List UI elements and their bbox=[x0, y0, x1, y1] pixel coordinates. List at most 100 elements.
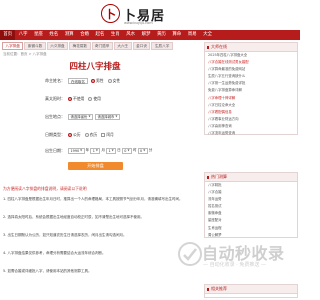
sidebar-link[interactable]: 八字看配偶信息 bbox=[205, 109, 297, 116]
checkbox-leap[interactable]: 闰月 bbox=[101, 132, 114, 138]
chevron-down-icon: ▼ bbox=[115, 114, 118, 118]
intro-item: 3. 出生日期默认为公历，如只知道农历生日请选择农历，闰月出生请勾选闰月。 bbox=[3, 233, 127, 237]
sidebar-link[interactable]: 八字合婚在线测试男女婚配 bbox=[205, 59, 297, 66]
calendar-row: 日期类型： 公历 农历 闰月 bbox=[40, 130, 114, 139]
nav-item[interactable]: 合婚 bbox=[77, 30, 92, 40]
subnav-item[interactable]: 金口诀 bbox=[132, 42, 151, 50]
sidebar-link[interactable]: 八字看事业财运方向 bbox=[205, 116, 297, 123]
sidebar-heading: 大师在线 bbox=[205, 43, 297, 52]
select-value: 请选择城市 bbox=[97, 114, 115, 119]
radio-male-inline[interactable]: 男性 bbox=[91, 78, 104, 84]
radio-dot bbox=[91, 78, 95, 83]
minute-unit: 分 bbox=[148, 148, 153, 152]
sub-nav: 八字排盘 紫微斗数 六爻排盘 梅花易数 奇门遁甲 大六壬 金口诀 生辰八字 bbox=[2, 42, 188, 50]
radio-female-inline[interactable]: 女性 bbox=[107, 77, 121, 84]
city-select[interactable]: 请选择城市 ▼ bbox=[94, 113, 120, 120]
radio-dot bbox=[68, 96, 72, 101]
watermark-subtitle: — 自动化收录 · 免费推送 — bbox=[203, 262, 266, 268]
site-url: www.buyiju.com bbox=[124, 21, 153, 25]
checkbox-label: 闰月 bbox=[106, 131, 114, 137]
sidebar-link[interactable]: 八字喜用神查询 bbox=[205, 123, 297, 130]
sidebar-link[interactable]: 姓名测试 bbox=[205, 203, 297, 210]
nav-item[interactable]: 八字 bbox=[15, 30, 30, 40]
hour-select[interactable]: 0 ▼ bbox=[121, 147, 132, 154]
radio-zhi-no[interactable]: 不使用 bbox=[68, 96, 84, 102]
year-select[interactable]: 1990 ▼ bbox=[68, 147, 85, 154]
province-select[interactable]: 请选择省份 ▼ bbox=[68, 113, 93, 120]
radio-dot bbox=[84, 132, 89, 137]
radio-lunar[interactable]: 农历 bbox=[84, 131, 98, 138]
sidebar-box-popular: 热门测算 八字精批 八字合婚 流年运势 姓名测试 紫微命盘 星座配对 生肖运程 … bbox=[204, 172, 298, 238]
sidebar-link[interactable]: 八字合婚 bbox=[205, 189, 297, 196]
sidebar-link[interactable]: 星座配对 bbox=[205, 217, 297, 224]
sidebar-list: 八字精批 八字合婚 流年运势 姓名测试 紫微命盘 星座配对 生肖运程 周公解梦 bbox=[205, 182, 297, 239]
nav-item[interactable]: 解梦 bbox=[138, 30, 153, 40]
sidebar-link[interactable]: 2025年四柱八字排盘大全 bbox=[205, 52, 297, 59]
intro-item: 5. 如需合婚或详细批八字，请使用本站的其他测算工具。 bbox=[3, 269, 92, 273]
month-unit: 月 bbox=[101, 148, 105, 152]
chevron-down-icon: ▼ bbox=[111, 148, 114, 152]
sidebar-link[interactable]: 免费八字排盘算命详解 bbox=[205, 87, 297, 94]
sidebar-link[interactable]: 八字测一生运势免费详批 bbox=[205, 80, 297, 87]
subnav-item-bazi[interactable]: 八字排盘 bbox=[2, 42, 24, 50]
paipan-form: 命主姓名： 在线取名 男性 女性 真太阳时： 不使用 使用 出生地点： 请选择省… bbox=[40, 76, 152, 181]
subnav-item[interactable]: 大六壬 bbox=[113, 42, 132, 50]
sidebar-link[interactable]: 八字精批 bbox=[205, 182, 297, 189]
nav-item[interactable]: 周易 bbox=[185, 30, 200, 40]
subnav-item[interactable]: 生辰八字 bbox=[151, 42, 173, 50]
sidebar-heading: 相关推荐 bbox=[205, 285, 297, 294]
radio-zhi-yes[interactable]: 使用 bbox=[88, 96, 101, 102]
day-select[interactable]: 1 ▼ bbox=[106, 147, 117, 154]
nav-item[interactable]: 黄历 bbox=[154, 30, 169, 40]
birthplace-label: 出生地点： bbox=[45, 113, 65, 119]
sidebar-link[interactable]: 生肖运程 bbox=[205, 225, 297, 232]
sidebar-link[interactable]: 八字算命最准的免费网站 bbox=[205, 66, 297, 73]
sidebar-link[interactable]: 八字流年运势查询 bbox=[205, 130, 297, 137]
nav-item[interactable]: 测算 bbox=[62, 30, 77, 40]
subnav-item[interactable]: 梅花易数 bbox=[69, 42, 91, 50]
sidebar-box-related: 相关推荐 bbox=[204, 284, 298, 298]
nav-item[interactable]: 姓名 bbox=[46, 30, 61, 40]
select-value: 请选择省份 bbox=[70, 114, 88, 119]
subnav-item[interactable]: 紫微斗数 bbox=[24, 42, 46, 50]
intro-item: 2. 选择真太阳时后，系统会根据出生地经度自动校正时辰，如不清楚出生地可选择不使… bbox=[3, 215, 144, 219]
subnav-item[interactable]: 奇门遁甲 bbox=[91, 42, 113, 50]
radio-solar[interactable]: 公历 bbox=[68, 132, 81, 138]
nav-item[interactable]: 算命 bbox=[169, 30, 184, 40]
logo-mark[interactable]: 卜 bbox=[101, 4, 120, 23]
sidebar-link[interactable]: 八字命理十神详解 bbox=[205, 95, 297, 102]
nav-item[interactable]: 大全 bbox=[200, 30, 215, 40]
radio-label: 使用 bbox=[93, 95, 101, 101]
sidebar-link[interactable]: 流年运势 bbox=[205, 196, 297, 203]
subnav-item[interactable]: 六爻排盘 bbox=[46, 42, 69, 50]
sidebar-link[interactable]: 紫微命盘 bbox=[205, 210, 297, 217]
intro-item: 1. 四柱八字排盘是根据出生年月日时，推算出一个人的命理格局，本工具按照节气划分… bbox=[3, 197, 183, 201]
sidebar-heading: 热门测算 bbox=[205, 173, 297, 182]
nav-item[interactable]: 风水 bbox=[123, 30, 138, 40]
chevron-down-icon: ▼ bbox=[80, 148, 83, 152]
birthplace-row: 出生地点： 请选择省份 ▼ 请选择城市 ▼ bbox=[40, 112, 120, 121]
sidebar-link[interactable]: 生辰八字五行查询缺什么 bbox=[205, 73, 297, 80]
zhi-options: 不使用 使用 bbox=[68, 96, 101, 102]
nav-item[interactable]: 生肖 bbox=[108, 30, 123, 40]
radio-label: 女性 bbox=[112, 77, 121, 83]
month-select[interactable]: 1 ▼ bbox=[90, 147, 101, 154]
calendar-label: 日期类型： bbox=[45, 131, 65, 137]
zhi-row: 真太阳时： 不使用 使用 bbox=[40, 94, 101, 103]
minute-select[interactable]: 0 ▼ bbox=[137, 147, 148, 154]
nav-item-home[interactable]: 首页 bbox=[0, 30, 16, 40]
year-unit: 年 bbox=[85, 148, 90, 152]
radio-dot bbox=[88, 96, 93, 101]
sidebar-box-masters: 大师在线 2025年四柱八字排盘大全 八字合婚在线测试男女婚配 八字算命最准的免… bbox=[204, 42, 298, 135]
radio-label: 农历 bbox=[89, 131, 98, 137]
calendar-options: 公历 农历 闰月 bbox=[68, 132, 114, 138]
nav-item[interactable]: 星座 bbox=[31, 30, 46, 40]
name-input[interactable]: 在线取名 bbox=[68, 77, 88, 84]
hour-unit: 时 bbox=[132, 148, 137, 152]
watermark-logo-icon bbox=[178, 242, 202, 266]
nav-item[interactable]: 起名 bbox=[92, 30, 107, 40]
select-value: 0 bbox=[140, 148, 143, 153]
radio-label: 不使用 bbox=[73, 95, 85, 101]
sidebar-link[interactable]: 八字日柱论命大全 bbox=[205, 102, 297, 109]
submit-button[interactable]: 开始排盘 bbox=[68, 162, 123, 170]
